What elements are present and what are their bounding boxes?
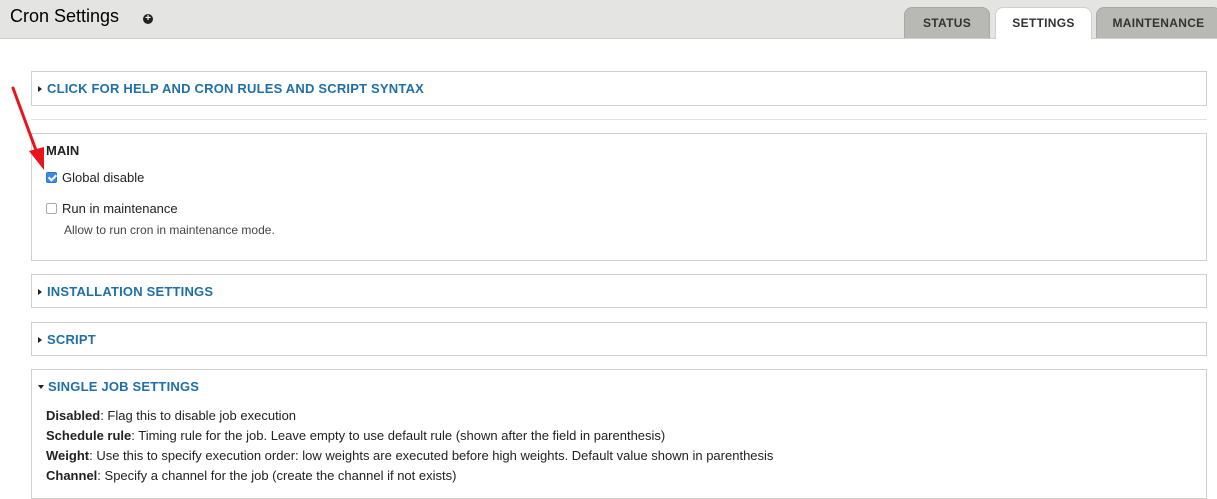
help-fieldset: CLICK FOR HELP AND CRON RULES AND SCRIPT… [31, 71, 1207, 106]
line-term: Channel [46, 468, 98, 483]
run-in-maintenance-row[interactable]: Run in maintenance [46, 201, 178, 216]
caret-down-icon [38, 385, 44, 389]
single-job-help: Disabled: Flag this to disable job execu… [46, 406, 773, 486]
single-job-line: Disabled: Flag this to disable job execu… [46, 406, 773, 426]
line-text: : Flag this to disable job execution [100, 408, 297, 423]
page-header: Cron Settings + STATUS SETTINGS MAINTENA… [0, 0, 1217, 39]
divider [31, 119, 1207, 120]
help-toggle-link[interactable]: CLICK FOR HELP AND CRON RULES AND SCRIPT… [38, 81, 424, 96]
tab-settings[interactable]: SETTINGS [995, 7, 1092, 39]
global-disable-label: Global disable [62, 170, 145, 185]
installation-toggle-label: INSTALLATION SETTINGS [47, 284, 214, 299]
installation-toggle-link[interactable]: INSTALLATION SETTINGS [38, 284, 213, 299]
run-in-maintenance-label: Run in maintenance [62, 201, 178, 216]
line-text: : Use this to specify execution order: l… [89, 448, 774, 463]
tab-maintenance[interactable]: MAINTENANCE [1096, 7, 1217, 38]
caret-right-icon [38, 86, 42, 92]
single-job-fieldset: SINGLE JOB SETTINGS Disabled: Flag this … [31, 369, 1207, 499]
single-job-line: Channel: Specify a channel for the job (… [46, 466, 773, 486]
installation-fieldset: INSTALLATION SETTINGS [31, 274, 1207, 308]
run-in-maintenance-checkbox[interactable] [46, 203, 57, 214]
main-fieldset: MAIN Global disable Run in maintenance A… [31, 133, 1207, 261]
script-toggle-label: SCRIPT [47, 332, 96, 347]
single-job-line: Schedule rule: Timing rule for the job. … [46, 426, 773, 446]
line-term: Weight [46, 448, 90, 463]
single-job-toggle-label: SINGLE JOB SETTINGS [48, 379, 200, 394]
single-job-line: Weight: Use this to specify execution or… [46, 446, 773, 466]
main-section-title: MAIN [46, 143, 80, 158]
line-text: : Specify a channel for the job (create … [97, 468, 457, 483]
line-term: Schedule rule [46, 428, 132, 443]
script-toggle-link[interactable]: SCRIPT [38, 332, 96, 347]
caret-right-icon [38, 337, 42, 343]
single-job-toggle-link[interactable]: SINGLE JOB SETTINGS [38, 379, 199, 394]
script-fieldset: SCRIPT [31, 322, 1207, 356]
global-disable-row[interactable]: Global disable [46, 170, 144, 185]
global-disable-checkbox[interactable] [46, 172, 57, 183]
help-toggle-label: CLICK FOR HELP AND CRON RULES AND SCRIPT… [47, 81, 425, 96]
line-text: : Timing rule for the job. Leave empty t… [131, 428, 666, 443]
caret-right-icon [38, 289, 42, 295]
line-term: Disabled [46, 408, 101, 423]
tab-status[interactable]: STATUS [904, 7, 990, 38]
run-in-maintenance-description: Allow to run cron in maintenance mode. [64, 223, 275, 237]
tab-bar: STATUS SETTINGS MAINTENANCE [0, 7, 1217, 39]
